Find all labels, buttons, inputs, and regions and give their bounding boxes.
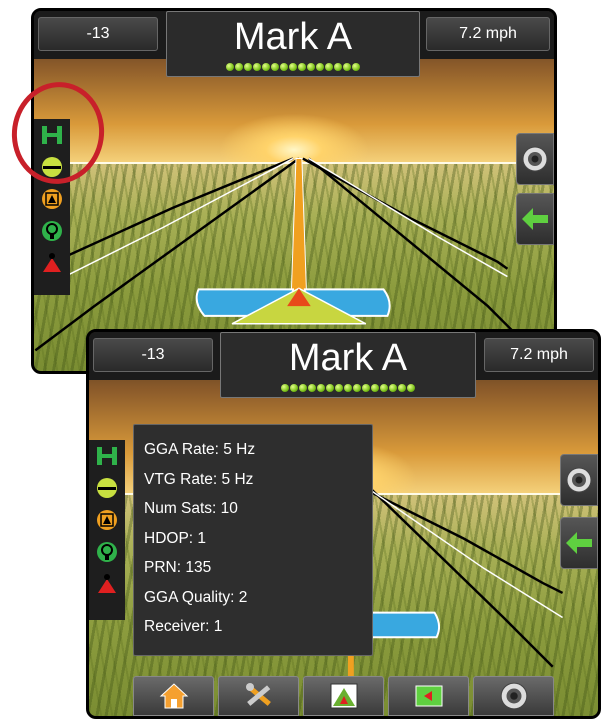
guideline-name: Mark A xyxy=(288,337,408,379)
satellite-dot xyxy=(226,63,234,71)
speed-display[interactable]: 7.2 mph xyxy=(484,338,594,372)
satellite-dot xyxy=(290,384,298,392)
camera-tab[interactable] xyxy=(473,676,554,716)
warning-icon[interactable] xyxy=(40,187,64,211)
marker-icon[interactable] xyxy=(40,251,64,275)
field-marker-tab[interactable] xyxy=(388,676,469,716)
camera-icon xyxy=(522,146,548,172)
satellite-dot xyxy=(307,63,315,71)
back-arrow-icon xyxy=(522,208,548,230)
tools-tab[interactable] xyxy=(218,676,299,716)
satellite-dot xyxy=(380,384,388,392)
home-icon xyxy=(159,683,188,709)
satellite-dot xyxy=(371,384,379,392)
guideline-title-panel[interactable]: Mark A xyxy=(220,332,476,398)
tools-icon xyxy=(245,683,271,706)
section-control-icon[interactable] xyxy=(40,219,64,243)
satellite-dot xyxy=(335,384,343,392)
satellite-dot xyxy=(253,63,261,71)
guideline-name: Mark A xyxy=(233,16,353,58)
prn: PRN: 135 xyxy=(144,559,212,576)
back-arrow-icon xyxy=(566,532,592,554)
home-tab[interactable] xyxy=(133,676,214,716)
cross-track-error[interactable]: -13 xyxy=(93,338,213,372)
satellite-dot xyxy=(271,63,279,71)
satellite-dot xyxy=(353,384,361,392)
gps-status-popup: GGA Rate: 5 Hz VTG Rate: 5 Hz Num Sats: … xyxy=(133,424,373,656)
satellite-dot xyxy=(362,384,370,392)
satellite-dot xyxy=(352,63,360,71)
warning-icon[interactable] xyxy=(95,508,119,532)
satellite-dot xyxy=(343,63,351,71)
camera-icon xyxy=(566,467,592,493)
gga-rate: GGA Rate: 5 Hz xyxy=(144,441,256,458)
satellite-dot xyxy=(316,63,324,71)
hdop: HDOP: 1 xyxy=(144,529,207,547)
satellite-dot xyxy=(281,384,289,392)
camera-button[interactable] xyxy=(516,133,554,185)
speed-display[interactable]: 7.2 mph xyxy=(426,17,550,51)
satellite-dot xyxy=(262,63,270,71)
back-button[interactable] xyxy=(560,517,598,569)
left-status-bar xyxy=(89,440,125,620)
satellite-indicator xyxy=(167,63,419,71)
satellite-indicator xyxy=(221,384,475,392)
camera-icon xyxy=(500,682,527,710)
guidance-screen-main: -13 Mark A 7.2 mph xyxy=(31,8,557,374)
guidance-view-icon xyxy=(330,683,357,709)
section-control-icon[interactable] xyxy=(95,540,119,564)
gga-quality: GGA Quality: 2 xyxy=(144,588,248,606)
camera-button[interactable] xyxy=(560,454,598,506)
satellite-dot xyxy=(344,384,352,392)
guideline-title-panel[interactable]: Mark A xyxy=(166,11,420,77)
gps-status-icon[interactable] xyxy=(95,444,119,468)
marker-icon[interactable] xyxy=(95,572,119,596)
receiver: Receiver: 1 xyxy=(144,618,223,635)
satellite-dot xyxy=(317,384,325,392)
cross-track-error[interactable]: -13 xyxy=(38,17,158,51)
num-sats: Num Sats: 10 xyxy=(144,500,238,517)
satellite-dot xyxy=(298,63,306,71)
satellite-dot xyxy=(326,384,334,392)
satellite-dot xyxy=(398,384,406,392)
vtg-rate: VTG Rate: 5 Hz xyxy=(144,470,254,488)
field-marker-icon xyxy=(415,685,442,707)
satellite-dot xyxy=(244,63,252,71)
guidance-view-tab[interactable] xyxy=(303,676,384,716)
guidance-screen-gps-popup: -13 Mark A 7.2 mph GGA Rate: 5 Hz VTG Ra… xyxy=(86,329,601,719)
bottom-tab-bar xyxy=(133,676,554,716)
lightbar-icon[interactable] xyxy=(95,476,119,500)
satellite-dot xyxy=(299,384,307,392)
satellite-dot xyxy=(308,384,316,392)
satellite-dot xyxy=(235,63,243,71)
back-button[interactable] xyxy=(516,193,554,245)
satellite-dot xyxy=(325,63,333,71)
satellite-dot xyxy=(407,384,415,392)
satellite-dot xyxy=(289,63,297,71)
satellite-dot xyxy=(389,384,397,392)
satellite-dot xyxy=(334,63,342,71)
satellite-dot xyxy=(280,63,288,71)
